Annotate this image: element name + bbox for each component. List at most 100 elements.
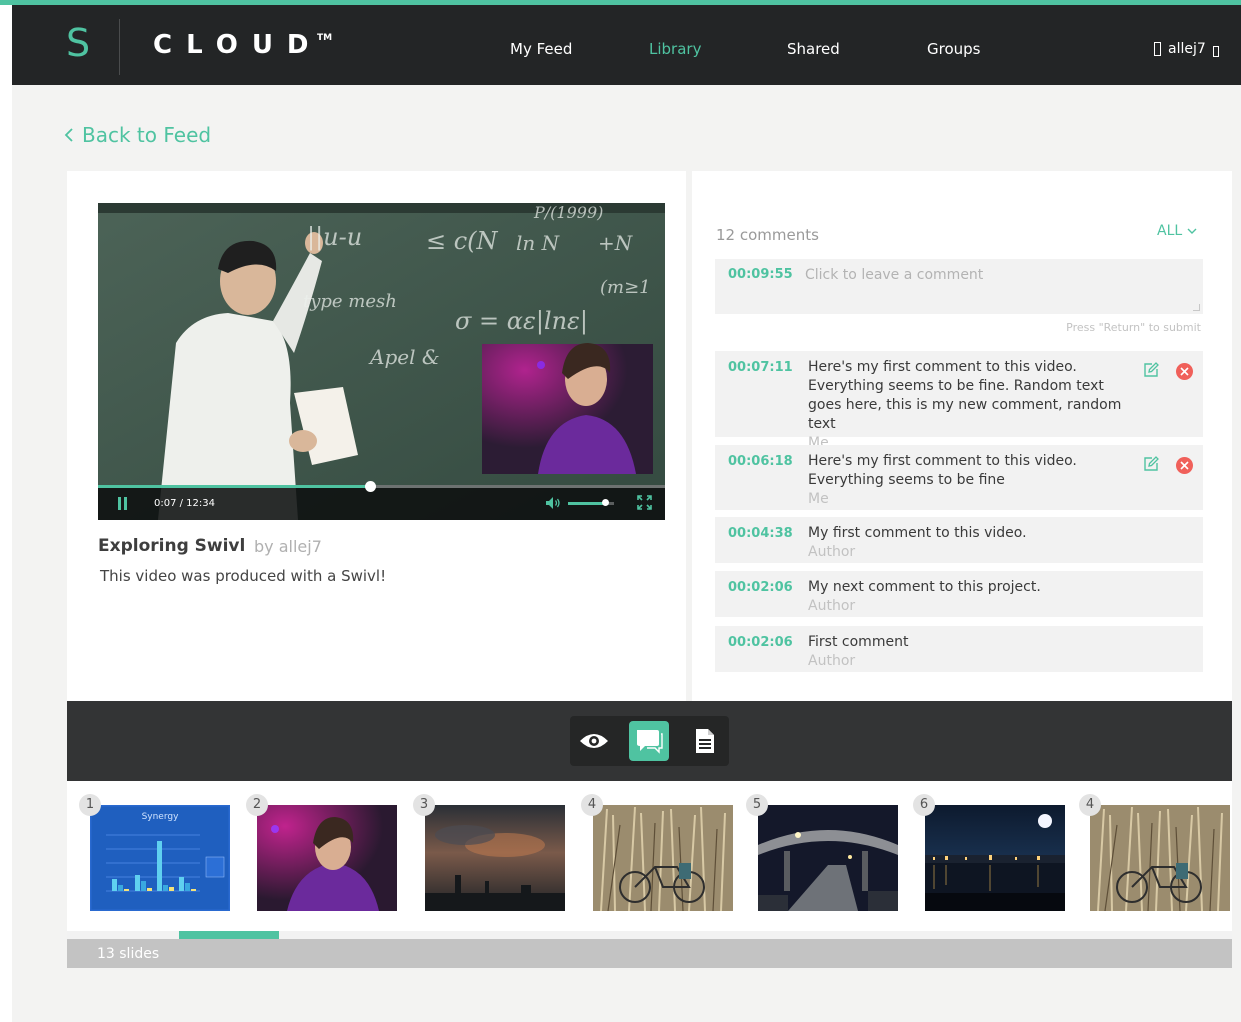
comment-input-timestamp: 00:09:55: [728, 267, 793, 282]
slide-number-badge: 2: [246, 794, 268, 816]
comments-count: 12 comments: [716, 226, 819, 244]
volume-knob[interactable]: [601, 499, 609, 506]
comment-timestamp[interactable]: 00:04:38: [728, 526, 793, 542]
slides-strip: Synergy 1 2 3 4 5 6 4: [67, 781, 1232, 931]
logo-mark[interactable]: S: [64, 23, 92, 63]
slides-scrollbar[interactable]: [67, 931, 1232, 939]
back-to-feed-link[interactable]: Back to Feed: [64, 123, 211, 147]
user-menu[interactable]: allej7: [1154, 39, 1219, 59]
time-readout: 0:07 / 12:34: [154, 498, 216, 509]
comment-input-placeholder: Click to leave a comment: [805, 267, 984, 283]
board-formula-5: type mesh: [303, 291, 397, 312]
board-formula-9: P/(1999): [534, 203, 604, 222]
comment-body: My first comment to this video. Author: [808, 524, 1138, 562]
comment-author: Author: [808, 544, 856, 560]
comment-text: My first comment to this video.: [808, 525, 1027, 541]
delete-comment-button[interactable]: [1176, 457, 1193, 474]
nav-library[interactable]: Library: [649, 39, 701, 59]
comment-body: Here's my first comment to this video. E…: [808, 358, 1138, 453]
comment-card: 00:02:06 My next comment to this project…: [715, 571, 1203, 617]
comment-card: 00:02:06 First comment Author: [715, 626, 1203, 672]
comment-text: Here's my first comment to this video. E…: [808, 453, 1077, 488]
nav-groups[interactable]: Groups: [927, 39, 980, 59]
slide-number-badge: 1: [79, 794, 101, 816]
comments-mode-button[interactable]: [629, 721, 669, 761]
delete-comment-button[interactable]: [1176, 363, 1193, 380]
clouds-slide-image: [425, 805, 565, 911]
comment-timestamp[interactable]: 00:02:06: [728, 635, 793, 651]
slides-footer: 13 slides: [67, 939, 1232, 968]
comment-body: Here's my first comment to this video. E…: [808, 452, 1138, 509]
slide-number-badge: 3: [413, 794, 435, 816]
edit-icon[interactable]: [1143, 456, 1159, 472]
comment-body: First comment Author: [808, 633, 1138, 671]
board-formula-6: σ = αε|lnε|: [455, 307, 589, 335]
video-title: Exploring Swivl: [98, 536, 246, 556]
board-formula-7: Apel &: [370, 345, 440, 369]
slide-thumbnail[interactable]: [925, 805, 1065, 911]
slide-thumbnail[interactable]: [257, 805, 397, 911]
board-formula-1: ||u-u: [307, 223, 363, 251]
board-formula-2: ≤ c(N: [426, 227, 498, 255]
comment-input-field[interactable]: 00:09:55 Click to leave a comment: [715, 259, 1203, 314]
comment-text: My next comment to this project.: [808, 579, 1041, 595]
edit-icon[interactable]: [1143, 362, 1159, 378]
notes-mode-button[interactable]: [685, 721, 725, 761]
player-controls: 0:07 / 12:34: [98, 485, 665, 520]
nav-my-feed[interactable]: My Feed: [510, 39, 572, 59]
comment-text: Here's my first comment to this video. E…: [808, 359, 1122, 432]
comment-card: 00:06:18 Here's my first comment to this…: [715, 445, 1203, 510]
close-icon: [1180, 461, 1189, 470]
video-author[interactable]: by allej7: [254, 537, 322, 557]
comment-text: First comment: [808, 634, 909, 650]
board-formula-8: (m≥1: [600, 277, 651, 298]
bridge-slide-image: [758, 805, 898, 911]
trademark-symbol: TM: [317, 33, 333, 43]
comment-timestamp[interactable]: 00:02:06: [728, 580, 793, 596]
slide-thumbnail[interactable]: [758, 805, 898, 911]
chat-icon: [637, 730, 663, 754]
volume-icon[interactable]: [545, 496, 561, 510]
logo-wordmark[interactable]: CLOUD: [153, 29, 323, 61]
video-description: This video was produced with a Swivl!: [100, 567, 387, 585]
user-name: allej7: [1168, 41, 1206, 57]
comment-author: Me: [808, 491, 829, 507]
slide-thumbnail[interactable]: [593, 805, 733, 911]
slide-thumbnail[interactable]: [1090, 805, 1230, 911]
submit-hint: Press "Return" to submit: [1066, 321, 1201, 334]
slides-scrollbar-thumb[interactable]: [179, 931, 279, 939]
slide-number-badge: 6: [913, 794, 935, 816]
volume-level: [568, 502, 605, 505]
video-player[interactable]: ||u-u ≤ c(N ln N +N type mesh σ = αε|lnε…: [98, 203, 665, 520]
close-icon: [1180, 367, 1189, 376]
eye-icon: [580, 734, 608, 748]
top-navigation: S CLOUD TM My Feed Library Shared Groups…: [12, 5, 1241, 85]
resize-grip-icon[interactable]: [1193, 304, 1200, 311]
document-icon: [696, 729, 714, 753]
fullscreen-icon[interactable]: [637, 495, 652, 510]
comment-timestamp[interactable]: 00:06:18: [728, 454, 793, 470]
volume-slider[interactable]: [568, 499, 614, 506]
comment-author: Author: [808, 653, 856, 669]
slide-thumbnail[interactable]: [425, 805, 565, 911]
chevron-left-icon: [64, 128, 73, 142]
logo-divider: [119, 19, 120, 75]
night-city-slide-image: [925, 805, 1065, 911]
chevron-down-icon: [1187, 228, 1197, 234]
comments-filter-dropdown[interactable]: ALL: [1157, 222, 1197, 240]
slide-number-badge: 4: [581, 794, 603, 816]
slide-number-badge: 4: [1079, 794, 1101, 816]
comment-card: 00:07:11 Here's my first comment to this…: [715, 351, 1203, 451]
nav-shared[interactable]: Shared: [787, 39, 840, 59]
video-progress-bar[interactable]: [98, 481, 665, 492]
slide-chart-title: Synergy: [141, 812, 179, 822]
comment-body: My next comment to this project. Author: [808, 578, 1138, 616]
slide-thumbnail[interactable]: Synergy: [90, 805, 230, 911]
video-progress-fill: [98, 485, 371, 488]
bicycle-slide-image: [1090, 805, 1230, 911]
view-mode-button[interactable]: [574, 721, 614, 761]
pause-button[interactable]: [117, 497, 129, 510]
comment-timestamp[interactable]: 00:07:11: [728, 360, 793, 376]
filter-label: ALL: [1157, 223, 1183, 239]
board-formula-4: +N: [598, 231, 633, 255]
